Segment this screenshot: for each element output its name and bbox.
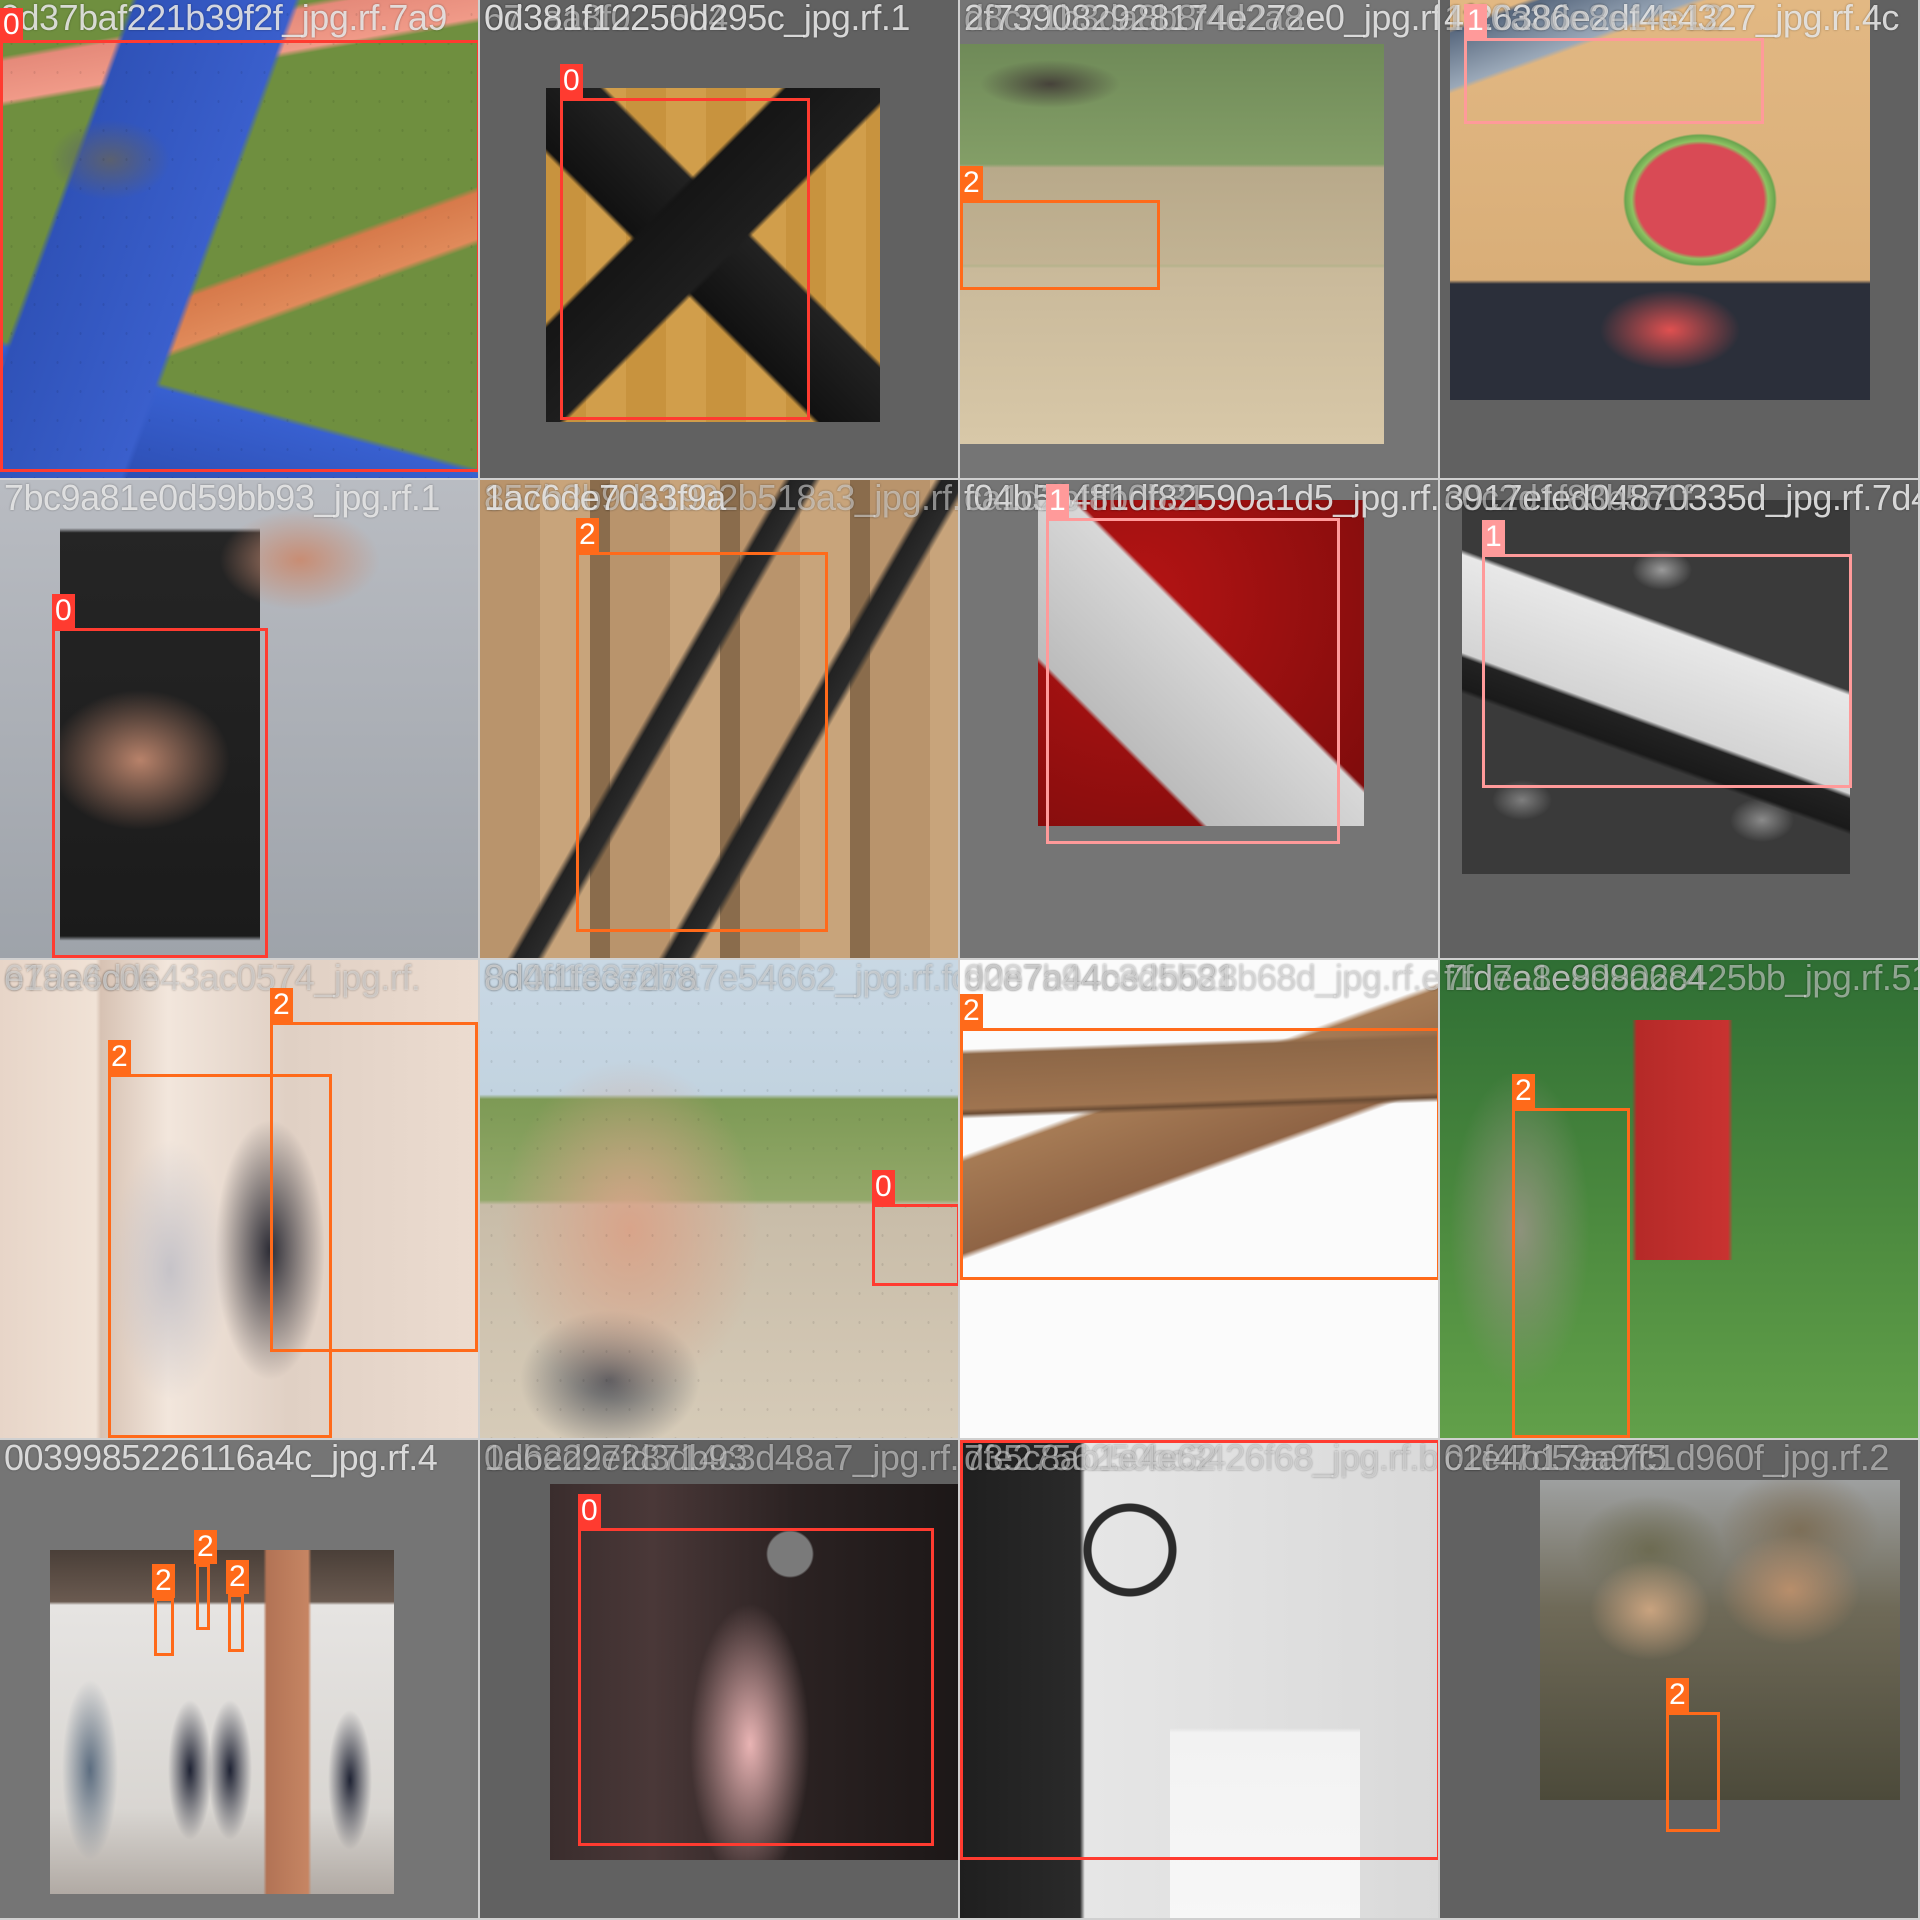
mosaic-tile: 673aa8f0255b4 0d381f12250d295c_jpg.rf.1 …: [480, 0, 960, 480]
mosaic-tile: 02f47d59a9fc1d960f_jpg.rf.2 c1e4b17aa7f5…: [1440, 1440, 1920, 1920]
mosaic-tile: 679a4dd643ac0574_jpg.rf. e1ae6c0e 2 2: [0, 960, 480, 1440]
mosaic-tile: 857b3b9de1902b518a3_jpg.rf.3 1ac6de7033f…: [480, 480, 960, 960]
mosaic-tile: 0d37baf221b39f2f_jpg.rf.7a9 0: [0, 0, 480, 480]
mosaic-tile: 2f739082928174e272e0_jpg.rf.04 d8c71b3da…: [960, 0, 1440, 480]
box-class-label: 0: [52, 594, 75, 628]
bounding-box: [108, 1074, 332, 1438]
bounding-box: [872, 1204, 958, 1286]
bounding-box: [578, 1528, 934, 1846]
tile-filename: 0d381f12250d295c_jpg.rf.1: [484, 0, 910, 38]
box-class-label: 2: [960, 994, 983, 1028]
tile-filename: c0c2d1f83b5c1f: [1444, 480, 1692, 518]
detection-mosaic: 0d37baf221b39f2f_jpg.rf.7a9 0 673aa8f025…: [0, 0, 1920, 1920]
mosaic-tile: 7bc9a81e0d59bb93_jpg.rf.1 0: [0, 480, 480, 960]
box-class-label: 0: [960, 1440, 983, 1442]
box-class-label: 2: [576, 518, 599, 552]
mosaic-tile: 7fe2756250bc3426f68_jpg.rf.b d35c8ab1e4e…: [960, 1440, 1440, 1920]
tile-filename: e1ae6c0e: [4, 960, 159, 998]
mosaic-tile: f04b5b4ff1df82590a1d5_jpg.rf.07 ca1d2bf8…: [960, 480, 1440, 960]
tile-photo: [50, 1550, 394, 1894]
bounding-box: [1666, 1712, 1720, 1832]
box-class-label: 2: [194, 1530, 217, 1564]
box-class-label: 2: [960, 166, 983, 200]
box-class-label: 2: [1666, 1678, 1689, 1712]
bounding-box: [1512, 1108, 1630, 1438]
tile-filename: 0d37baf221b39f2f_jpg.rf.7a9: [0, 0, 447, 38]
mosaic-tile: 3917efed04870335d_jpg.rf.7d4f c0c2d1f83b…: [1440, 480, 1920, 960]
bounding-box: [1046, 518, 1340, 844]
mosaic-tile: 7fd7e1e899028425bb_jpg.rf.51 f1dea8e9d8a…: [1440, 960, 1920, 1440]
mosaic-tile: 4f26386e2df4e4327_jpg.rf.4c 1fc0a3de8e14…: [1440, 0, 1920, 480]
box-class-label: 0: [872, 1170, 895, 1204]
box-class-label: 2: [152, 1564, 175, 1598]
box-class-label: 0: [560, 64, 583, 98]
bounding-box: [960, 1028, 1438, 1280]
box-class-label: 2: [108, 1040, 131, 1074]
tile-filename: 0039985226116a4c_jpg.rf.4: [4, 1440, 438, 1478]
tile-filename: ca1d2bf8b0b31: [964, 480, 1206, 518]
bounding-box: [560, 98, 810, 420]
bounding-box: [52, 628, 268, 958]
bounding-box: [1482, 554, 1852, 788]
tile-filename: d8c71b3da8b8f4d2a8: [964, 0, 1304, 38]
tile-filename: 8d4f1f3ce2b8: [484, 960, 697, 998]
box-class-label: 2: [226, 1560, 249, 1594]
box-class-label: 0: [578, 1494, 601, 1528]
box-class-label: 1: [1464, 4, 1487, 38]
box-class-label: 2: [1512, 1074, 1535, 1108]
bounding-box: [154, 1598, 174, 1656]
mosaic-tile: 0039985226116a4c_jpg.rf.4 2 2 2: [0, 1440, 480, 1920]
mosaic-tile: 0d0d1e37d7a7e54662_jpg.rf.fc 8d4f1f3ce2b…: [480, 960, 960, 1440]
tile-filename: 1a6e297fd3db93: [484, 1440, 748, 1478]
box-class-label: 0: [0, 8, 23, 42]
box-class-label: 2: [270, 988, 293, 1022]
mosaic-tile: 9287b94be2b528b68d_jpg.rf.ef d0e7a44c3d5…: [960, 960, 1440, 1440]
bounding-box: [196, 1564, 210, 1630]
mosaic-tile: 0db2d2e28714c3d48a7_jpg.rf.2 1a6e297fd3d…: [480, 1440, 960, 1920]
tile-filename: f1dea8e9d8a6c4: [1444, 960, 1706, 998]
box-class-label: 1: [1482, 520, 1505, 554]
bounding-box: [960, 200, 1160, 290]
bounding-box: [576, 552, 828, 932]
bounding-box: [960, 1440, 1438, 1860]
bounding-box: [228, 1594, 244, 1652]
bounding-box: [1464, 38, 1764, 124]
bounding-box: [0, 40, 478, 472]
box-class-label: 1: [1046, 484, 1069, 518]
tile-filename: 7bc9a81e0d59bb93_jpg.rf.1: [4, 480, 440, 518]
tile-filename: 1ac6de7033f9a: [484, 480, 726, 518]
tile-photo: [1540, 1480, 1900, 1800]
tile-filename: c1e4b17aa7f5: [1444, 1440, 1667, 1478]
tile-filename: d0e7a44c3d5b81: [964, 960, 1236, 998]
